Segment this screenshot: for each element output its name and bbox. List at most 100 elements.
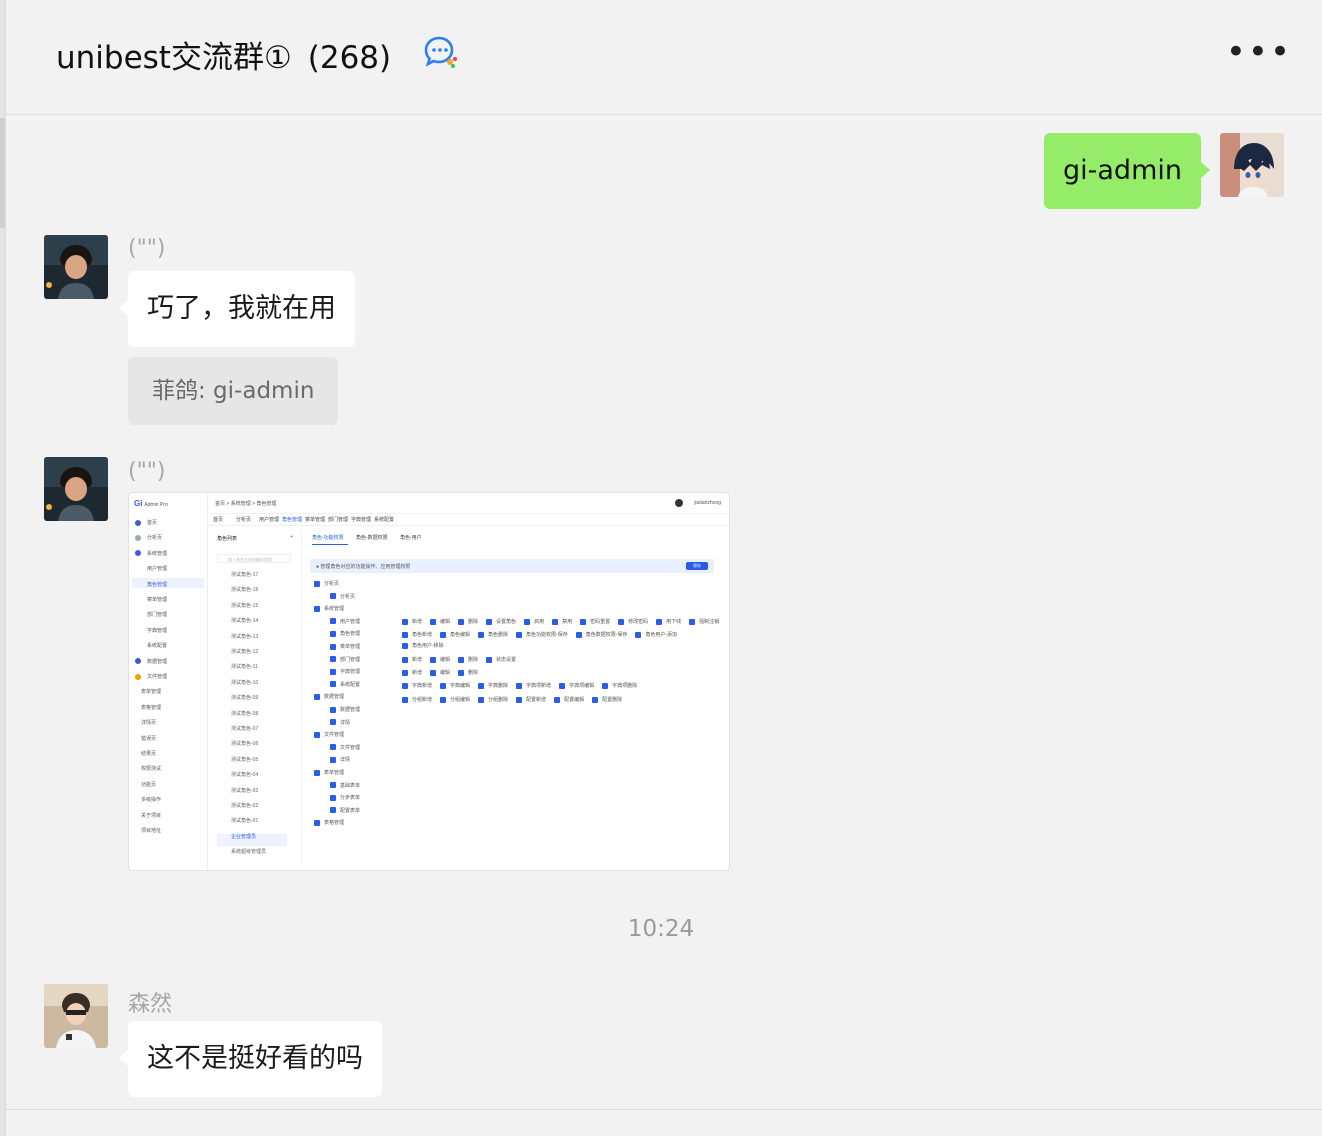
shot-tree-node: 分步表单 [330,794,360,801]
shot-permission-label: 分组删除 [488,697,509,703]
checkbox-icon [440,631,447,638]
message-bubble[interactable]: 这不是挺好看的吗 [119,1021,382,1097]
shot-role-item: 测试角色-13 [231,633,259,640]
shot-tree-node: 详情 [330,756,350,763]
checkbox-icon [330,782,336,789]
shot-permission-label: 删除 [468,657,479,663]
shot-logo: Gi Admin Pro [134,499,168,508]
outgoing-message-bubble[interactable]: gi-admin [1044,133,1210,209]
shot-tree-label: 文件管理 [340,744,361,751]
checkbox-icon [458,618,465,625]
checkbox-icon [330,744,336,751]
shot-permission-row: 新增 编辑 删除 设置角色 启用 禁用 密码重置 修改密码 用下线 强制注销 [402,618,727,625]
shot-permission-label: 新增 [412,670,423,676]
shot-permission-label: 字典编辑 [450,683,471,689]
shot-menu-label: 系统管理 [147,550,168,557]
shot-permission-row: 新增 编辑 删除 [402,669,486,676]
shot-menu-icon [135,535,141,542]
shot-menu-label: 系统配置 [147,643,168,650]
shot-tree-label: 详情 [340,757,351,764]
screenshot-image-message[interactable]: Gi Admin Pro 首页 分析页 系统管理 用户管理 角色管理 菜单管理 部门管理 字典… [128,492,730,871]
timestamp: 10:24 [627,916,695,942]
scrollbar-thumb[interactable] [0,118,5,228]
shot-menu-label: 错误页 [141,735,157,742]
input-divider [6,1109,1322,1110]
shot-permission-label: 编辑 [440,657,451,663]
shot-menu-label: 详情页 [141,720,157,727]
shot-tree-node: 用户管理 [330,618,360,625]
shot-tree-node: 文件管理 [314,731,344,738]
my-avatar[interactable] [1220,133,1284,197]
checkbox-icon [402,631,408,638]
shot-menu-label: 权限测试 [141,766,162,773]
checkbox-icon [330,807,336,814]
quoted-message[interactable]: 菲鸽: gi-admin [128,357,339,425]
shot-tree-node: 配置表单 [330,807,360,814]
shot-sidebar-item: 多级操作 [141,796,161,803]
shot-menu-label: 数据管理 [147,658,168,665]
checkbox-icon [618,618,625,625]
checkbox-icon [330,757,336,764]
checkbox-icon [516,682,523,689]
more-ellipsis-icon[interactable]: ••• [1226,35,1292,69]
checkbox-icon [440,682,447,689]
checkbox-icon [330,593,336,600]
shot-tab: 菜单管理 [305,517,326,523]
shot-permission-label: 角色用户-添加 [645,632,678,638]
shot-tree-label: 配置表单 [340,807,361,814]
shot-tree-node: 详情 [330,719,350,726]
checkbox-icon [516,696,523,703]
shot-permission-row: 分组新增 分组编辑 分组删除 配置新增 配置编辑 配置删除 [402,696,630,703]
shot-tree-label: 表单管理 [324,770,345,776]
checkbox-icon [430,656,437,663]
checkbox-icon [402,656,408,663]
shot-tree-label: 字典管理 [340,669,361,676]
shot-tree-node: 系统配置 [330,681,360,688]
shot-sidebar-item: 项目地址 [141,827,161,834]
shot-sidebar-item: 字典管理 [147,627,167,634]
shot-role-item: 测试角色-14 [231,618,259,625]
shot-tree-node: 菜单管理 [330,643,360,650]
checkbox-icon [402,669,408,676]
shot-permission-row: 字典新增 字典编辑 字典删除 字典项新增 字典项编辑 字典项删除 [402,682,645,689]
checkbox-icon [314,694,320,701]
shot-tree-label: 数据管理 [324,694,345,701]
shot-tree-label: 用户管理 [340,618,361,625]
shot-permission-label: 强制注销 [699,619,720,625]
shot-sidebar-item: 部门管理 [147,611,167,618]
sender-avatar[interactable] [44,457,108,521]
shot-sidebar-item: 系统配置 [147,642,167,649]
checkbox-icon [602,682,609,689]
shot-permission-tab: 角色-数据权限 [356,535,388,541]
shot-menu-label: 多级操作 [141,797,162,804]
checkbox-icon [440,696,447,703]
sender-avatar[interactable] [44,984,108,1048]
shot-tab: 系统配置 [374,517,395,523]
shot-permission-label: 状态设置 [496,657,517,663]
left-scrollbar[interactable] [0,0,6,1136]
shot-menu-label: 首页 [147,520,158,526]
shot-tree-node: 部门管理 [330,656,360,663]
shot-tab: 字典管理 [351,517,372,523]
shot-role-item: 测试角色-08 [231,710,259,717]
checkbox-icon [524,618,531,625]
shot-role-item: 测试角色-17 [231,572,259,578]
shot-sidebar-item: 详情页 [141,719,156,726]
shot-permission-label: 编辑 [440,619,451,625]
shot-role-item: 测试角色-05 [231,756,259,763]
sender-avatar[interactable] [44,235,108,299]
checkbox-icon [330,706,336,713]
checkbox-icon [330,794,336,801]
shot-permission-label: 角色新增 [412,632,433,638]
checkbox-icon [330,618,336,625]
message-bubble[interactable]: 巧了，我就在用 [119,271,355,347]
checkbox-icon [314,580,320,587]
checkbox-icon [552,618,559,625]
chat-bubble-icon[interactable] [420,32,460,76]
shot-role-item: 企业管理员 [231,833,257,840]
shot-role-list: 角色列表 + 输入角色名称或编码搜索 测试角色-17 测试角色-16 测试角色-15… [217,534,293,856]
shot-role-item: 测试角色-02 [231,803,259,809]
shot-tree-label: 分析页 [324,581,340,587]
shot-tree-node: 数据管理 [314,693,344,700]
sender-name: ("") [128,459,166,484]
